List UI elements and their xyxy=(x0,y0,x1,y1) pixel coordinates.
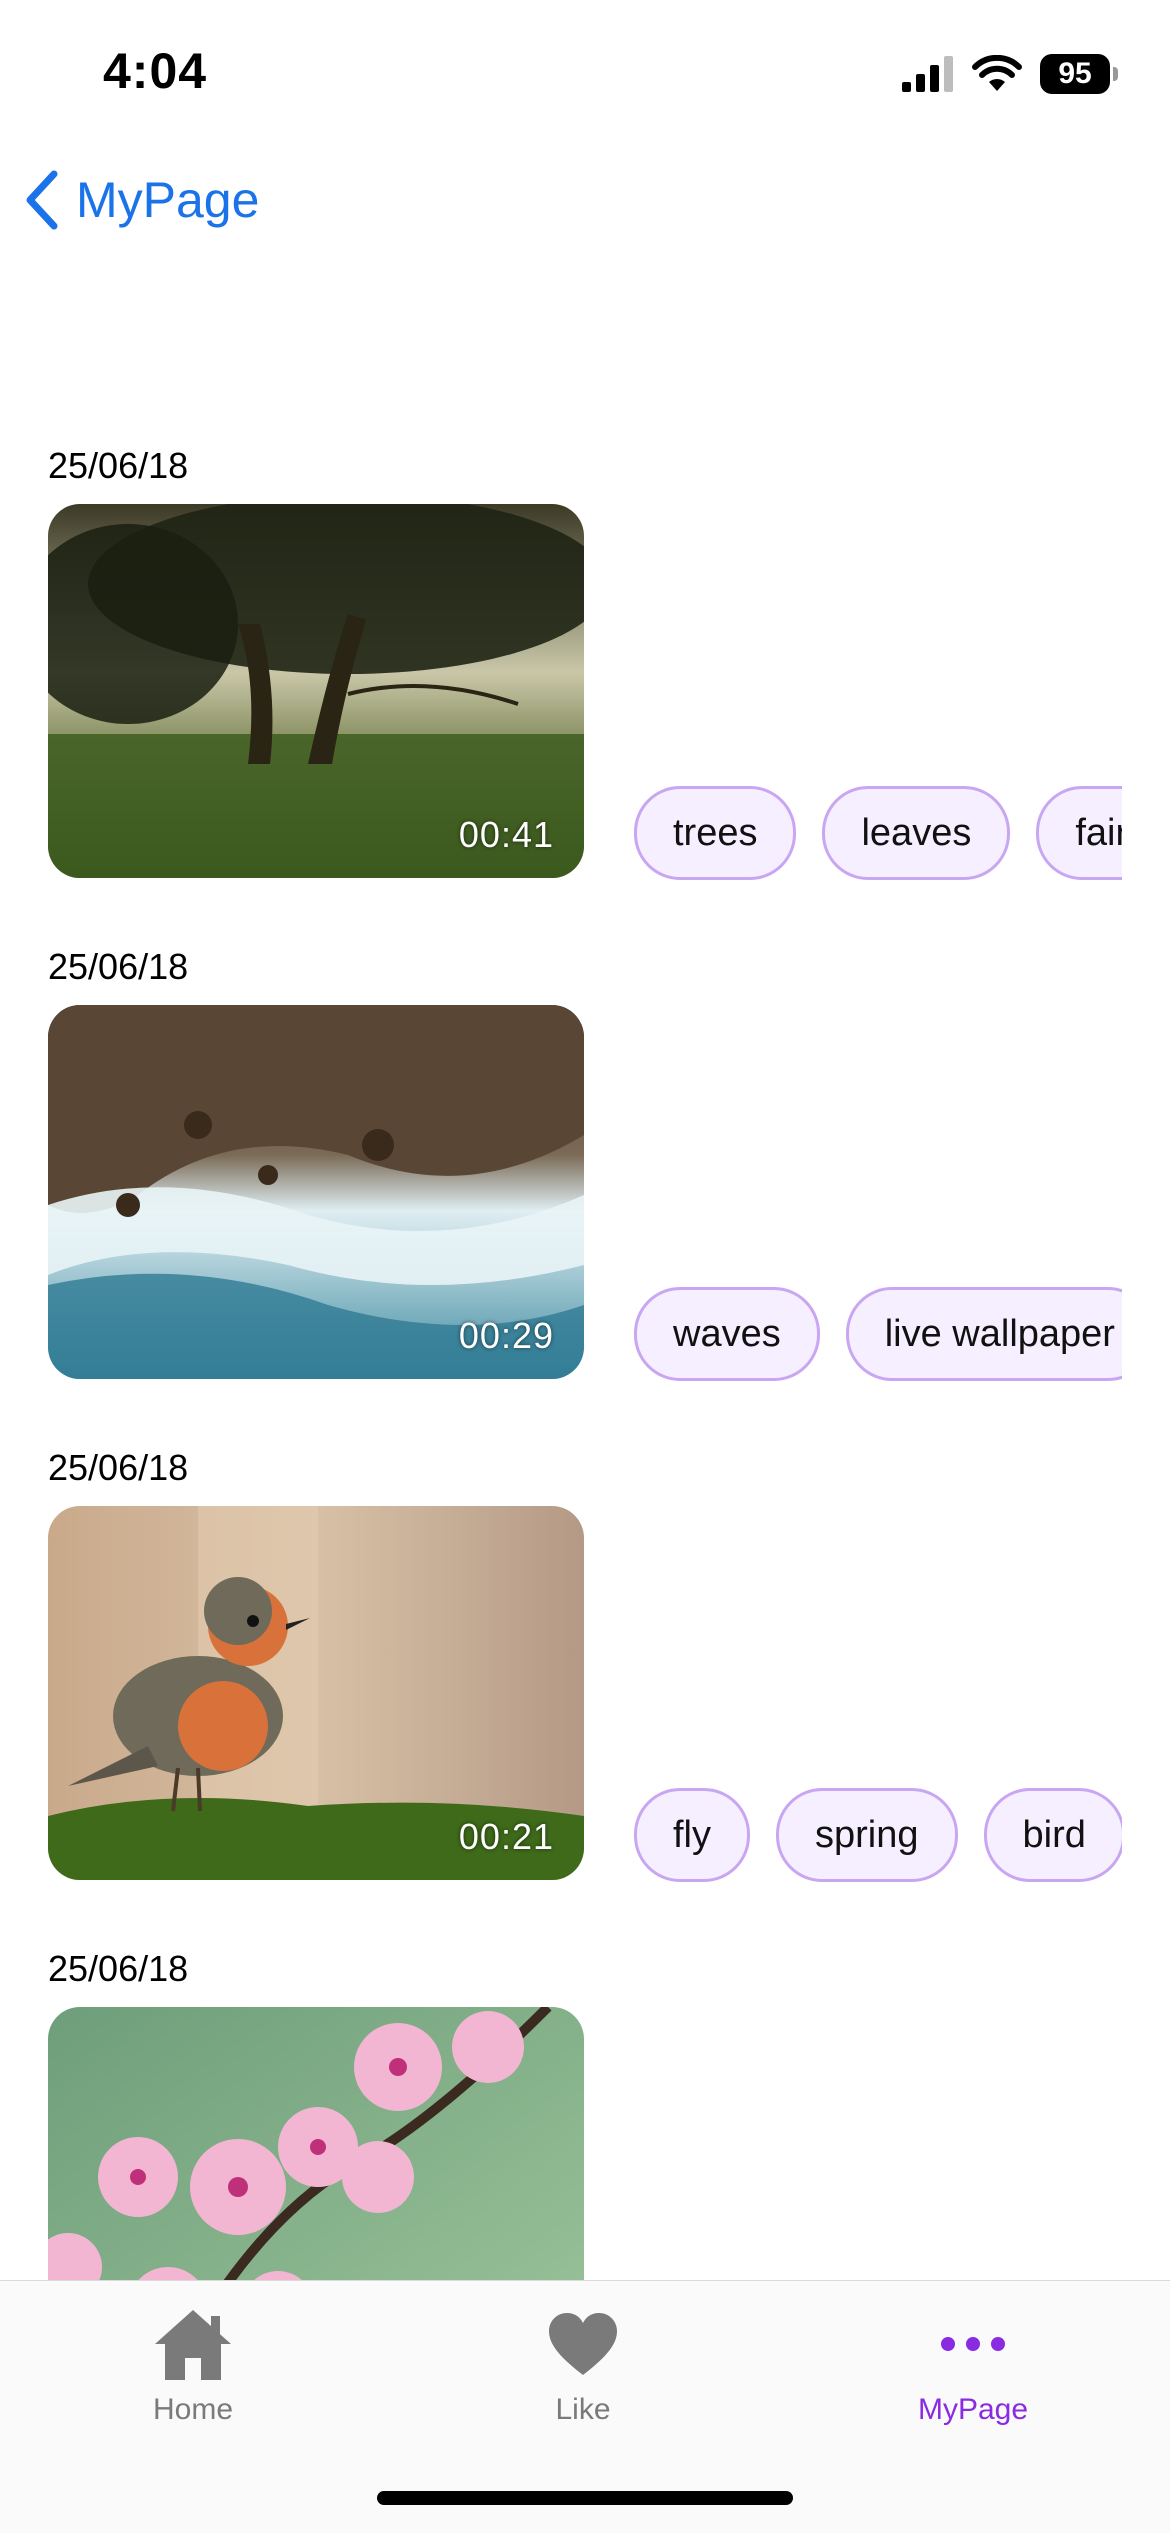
video-entry: 25/06/18 xyxy=(0,1923,1170,2280)
tag-chip[interactable]: fair xyxy=(1036,786,1122,880)
tag-chip[interactable]: leaves xyxy=(822,786,1011,880)
status-time: 4:04 xyxy=(103,43,208,99)
tag-chip[interactable]: live wallpaper xyxy=(845,1287,1122,1381)
back-button-label: MyPage xyxy=(76,172,260,228)
tag-chip[interactable]: trees xyxy=(634,786,797,880)
video-duration: 00:21 xyxy=(458,1816,554,1857)
entry-date: 25/06/18 xyxy=(48,1447,189,1488)
video-thumbnail[interactable]: 00:41 xyxy=(48,504,584,878)
tab-label: Like xyxy=(555,2393,611,2426)
home-icon xyxy=(155,2310,231,2380)
tab-label: Home xyxy=(152,2393,234,2426)
entry-date: 25/06/18 xyxy=(48,1948,189,1989)
video-duration: 00:41 xyxy=(458,814,554,855)
entry-date: 25/06/18 xyxy=(48,946,189,987)
status-icons: 95 xyxy=(902,52,1118,96)
heart-icon xyxy=(549,2313,617,2375)
back-button[interactable]: MyPage xyxy=(22,170,259,230)
entry-date: 25/06/18 xyxy=(48,445,189,486)
battery-indicator: 95 xyxy=(1040,54,1118,94)
tag-list[interactable]: fly spring bird xyxy=(634,1788,1122,1884)
more-dots-icon xyxy=(941,2337,1005,2351)
video-feed[interactable]: 25/06/18 00:41 trees leaves fair 25/06/1… xyxy=(0,400,1170,2280)
video-entry: 25/06/18 xyxy=(0,1422,1170,1882)
video-entry: 25/06/18 00:41 trees leaves fair xyxy=(0,420,1170,880)
tag-chip[interactable]: spring xyxy=(776,1788,958,1882)
video-thumbnail[interactable]: 00:21 xyxy=(48,1506,584,1880)
tab-like[interactable]: Like xyxy=(483,2303,683,2427)
wifi-icon xyxy=(972,55,1022,91)
video-thumbnail[interactable]: 00:29 xyxy=(48,1005,584,1379)
home-indicator xyxy=(377,2491,793,2505)
tab-mypage[interactable]: MyPage xyxy=(873,2303,1073,2427)
tag-chip[interactable]: fly xyxy=(634,1788,750,1882)
tag-list[interactable]: trees leaves fair xyxy=(634,786,1122,882)
tab-label: MyPage xyxy=(917,2393,1029,2426)
tag-chip[interactable]: bird xyxy=(983,1788,1122,1882)
cherry-blossom-image xyxy=(48,2007,584,2280)
video-duration: 00:29 xyxy=(458,1315,554,1356)
cellular-signal-icon xyxy=(902,56,953,92)
chevron-left-icon xyxy=(26,170,58,230)
tab-bar: Home Like MyPage xyxy=(0,2280,1170,2533)
video-entry: 25/06/18 00:29 waves live wallpaper xyxy=(0,921,1170,1381)
tag-list[interactable]: waves live wallpaper xyxy=(634,1287,1122,1383)
tag-chip[interactable]: waves xyxy=(634,1287,820,1381)
video-thumbnail[interactable] xyxy=(48,2007,584,2280)
tab-home[interactable]: Home xyxy=(93,2303,293,2427)
status-bar: 4:04 95 xyxy=(0,0,1170,150)
